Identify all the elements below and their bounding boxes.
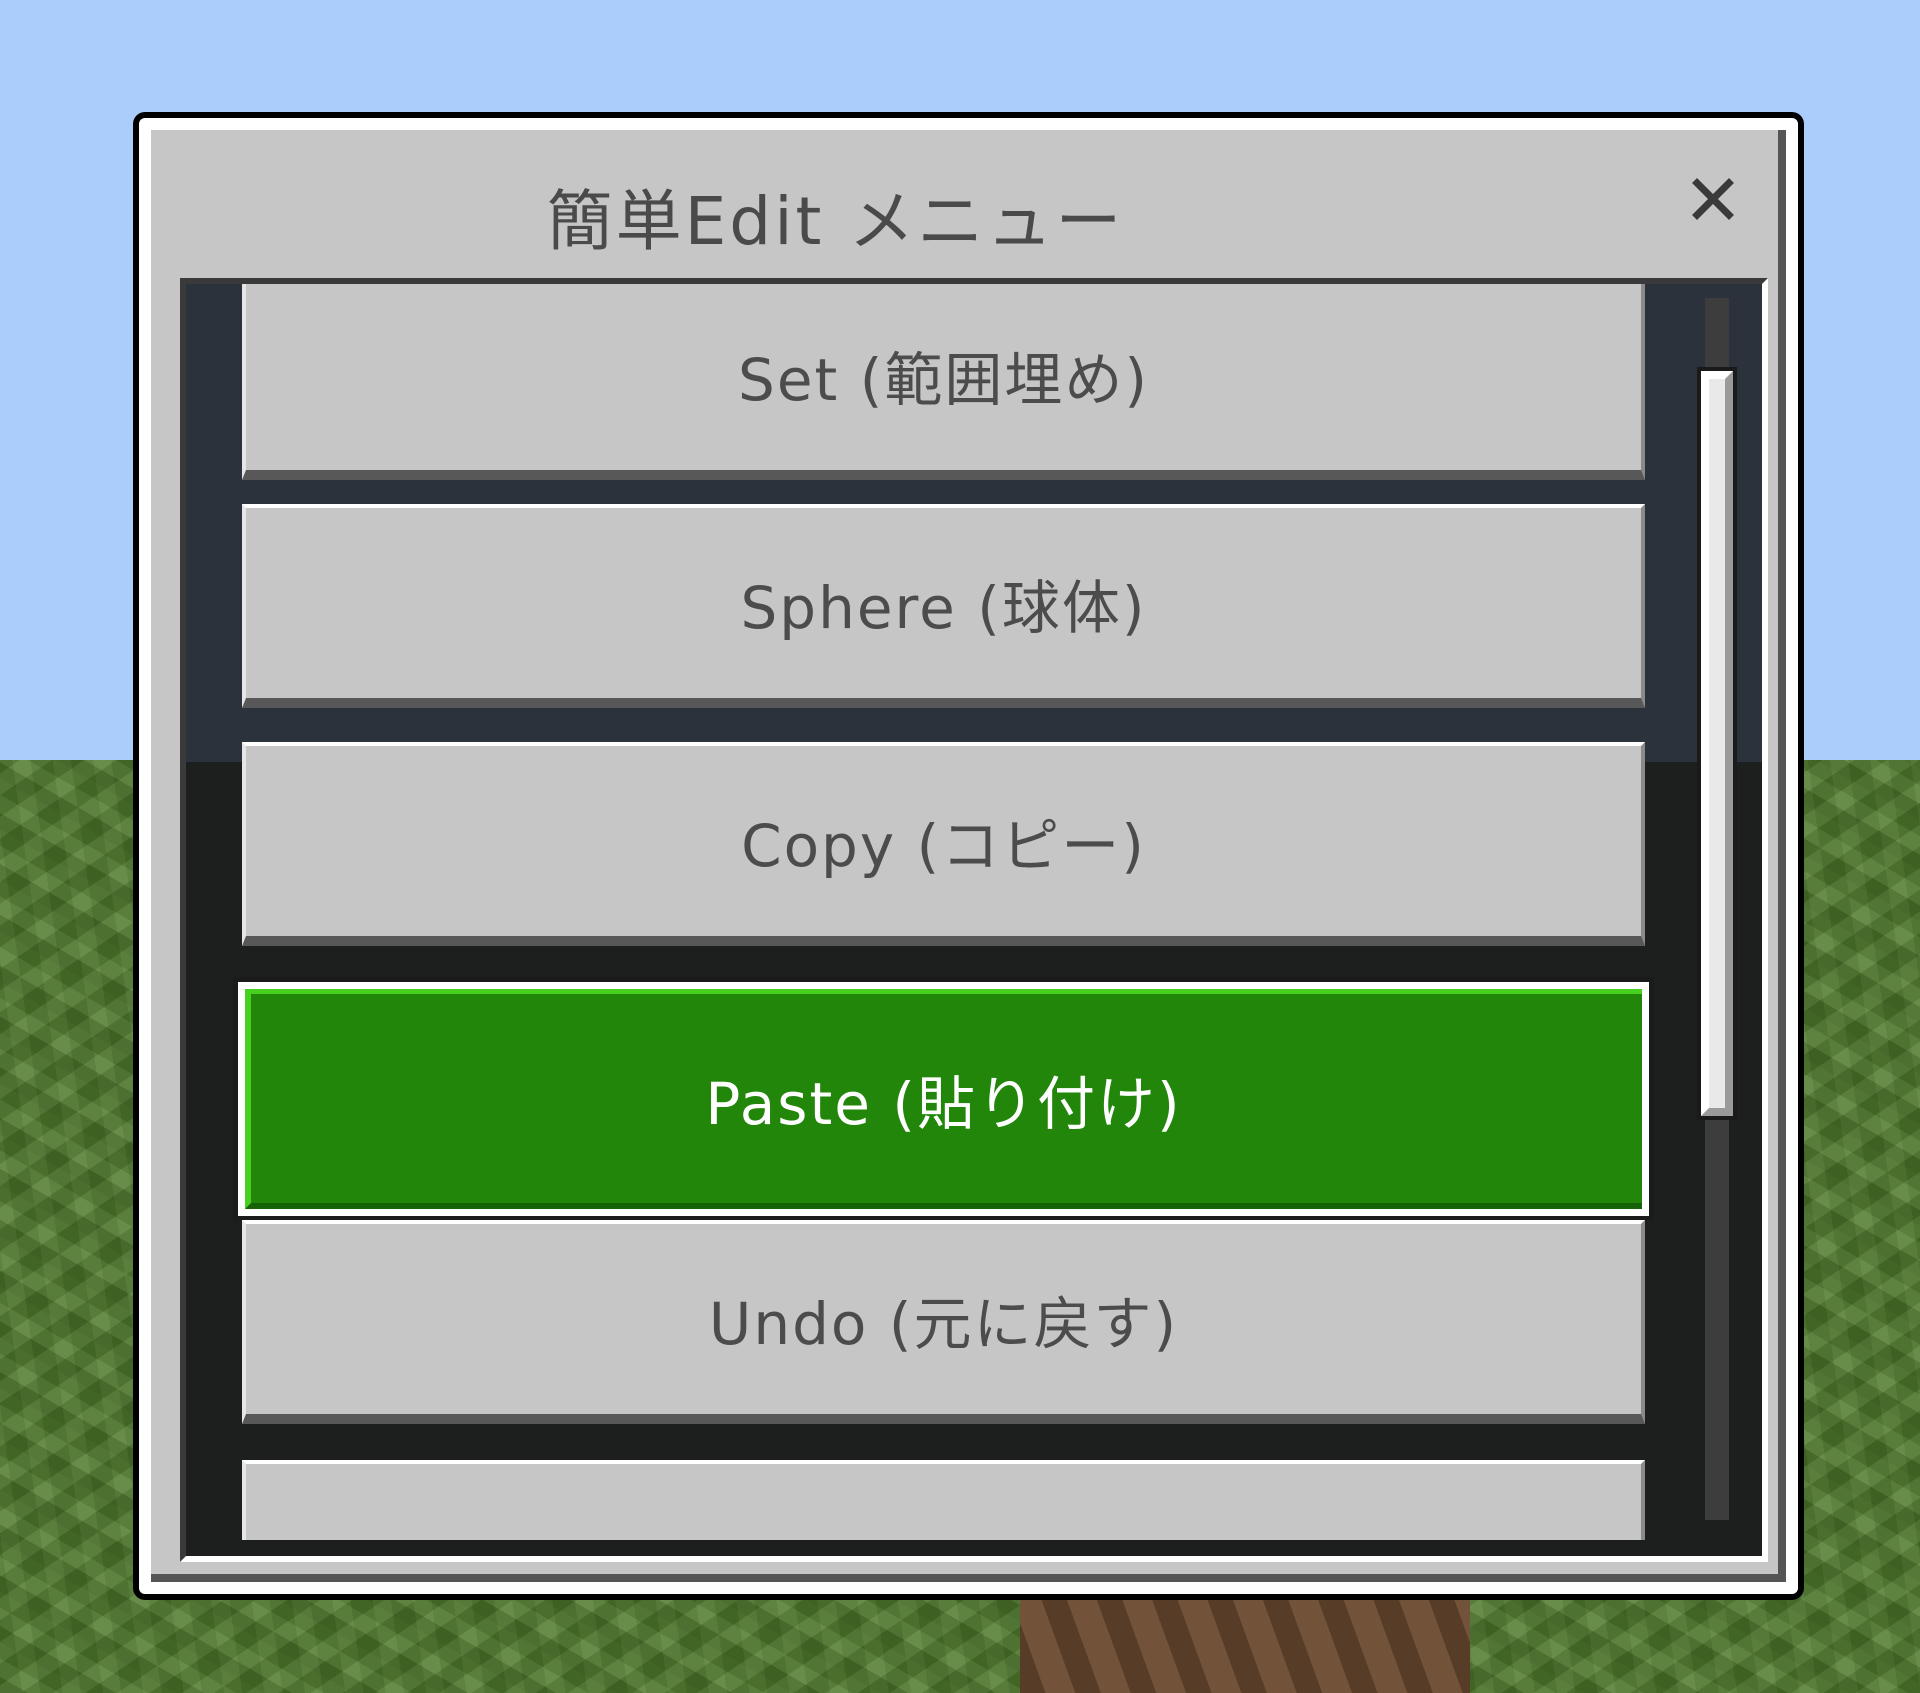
menu-item-undo[interactable]: Undo (元に戻す) [242,1220,1645,1424]
scrollbar-track[interactable] [1697,298,1737,1520]
menu-item-label: Paste (貼り付け) [705,1070,1182,1138]
menu-item-label: Set (範囲埋め) [738,346,1149,414]
menu-item-set[interactable]: Set (範囲埋め) [242,284,1645,480]
scrollbar-thumb[interactable] [1697,367,1737,1120]
menu-item-label: Sphere (球体) [740,574,1147,642]
menu-item-paste[interactable]: Paste (貼り付け) [233,977,1654,1221]
dialog-title: 簡単Edit メニュー [546,183,1125,260]
menu-item-sphere[interactable]: Sphere (球体) [242,504,1645,708]
menu-list: Set (範囲埋め) Sphere (球体) Copy (コピー) Paste … [186,284,1762,1556]
menu-item-copy[interactable]: Copy (コピー) [242,742,1645,946]
menu-scroll-panel[interactable]: Set (範囲埋め) Sphere (球体) Copy (コピー) Paste … [180,278,1768,1562]
close-button[interactable] [1686,172,1740,226]
menu-item-next[interactable] [242,1460,1645,1540]
close-icon [1692,178,1734,220]
menu-item-label: Undo (元に戻す) [708,1290,1179,1358]
menu-item-label: Copy (コピー) [741,812,1146,880]
